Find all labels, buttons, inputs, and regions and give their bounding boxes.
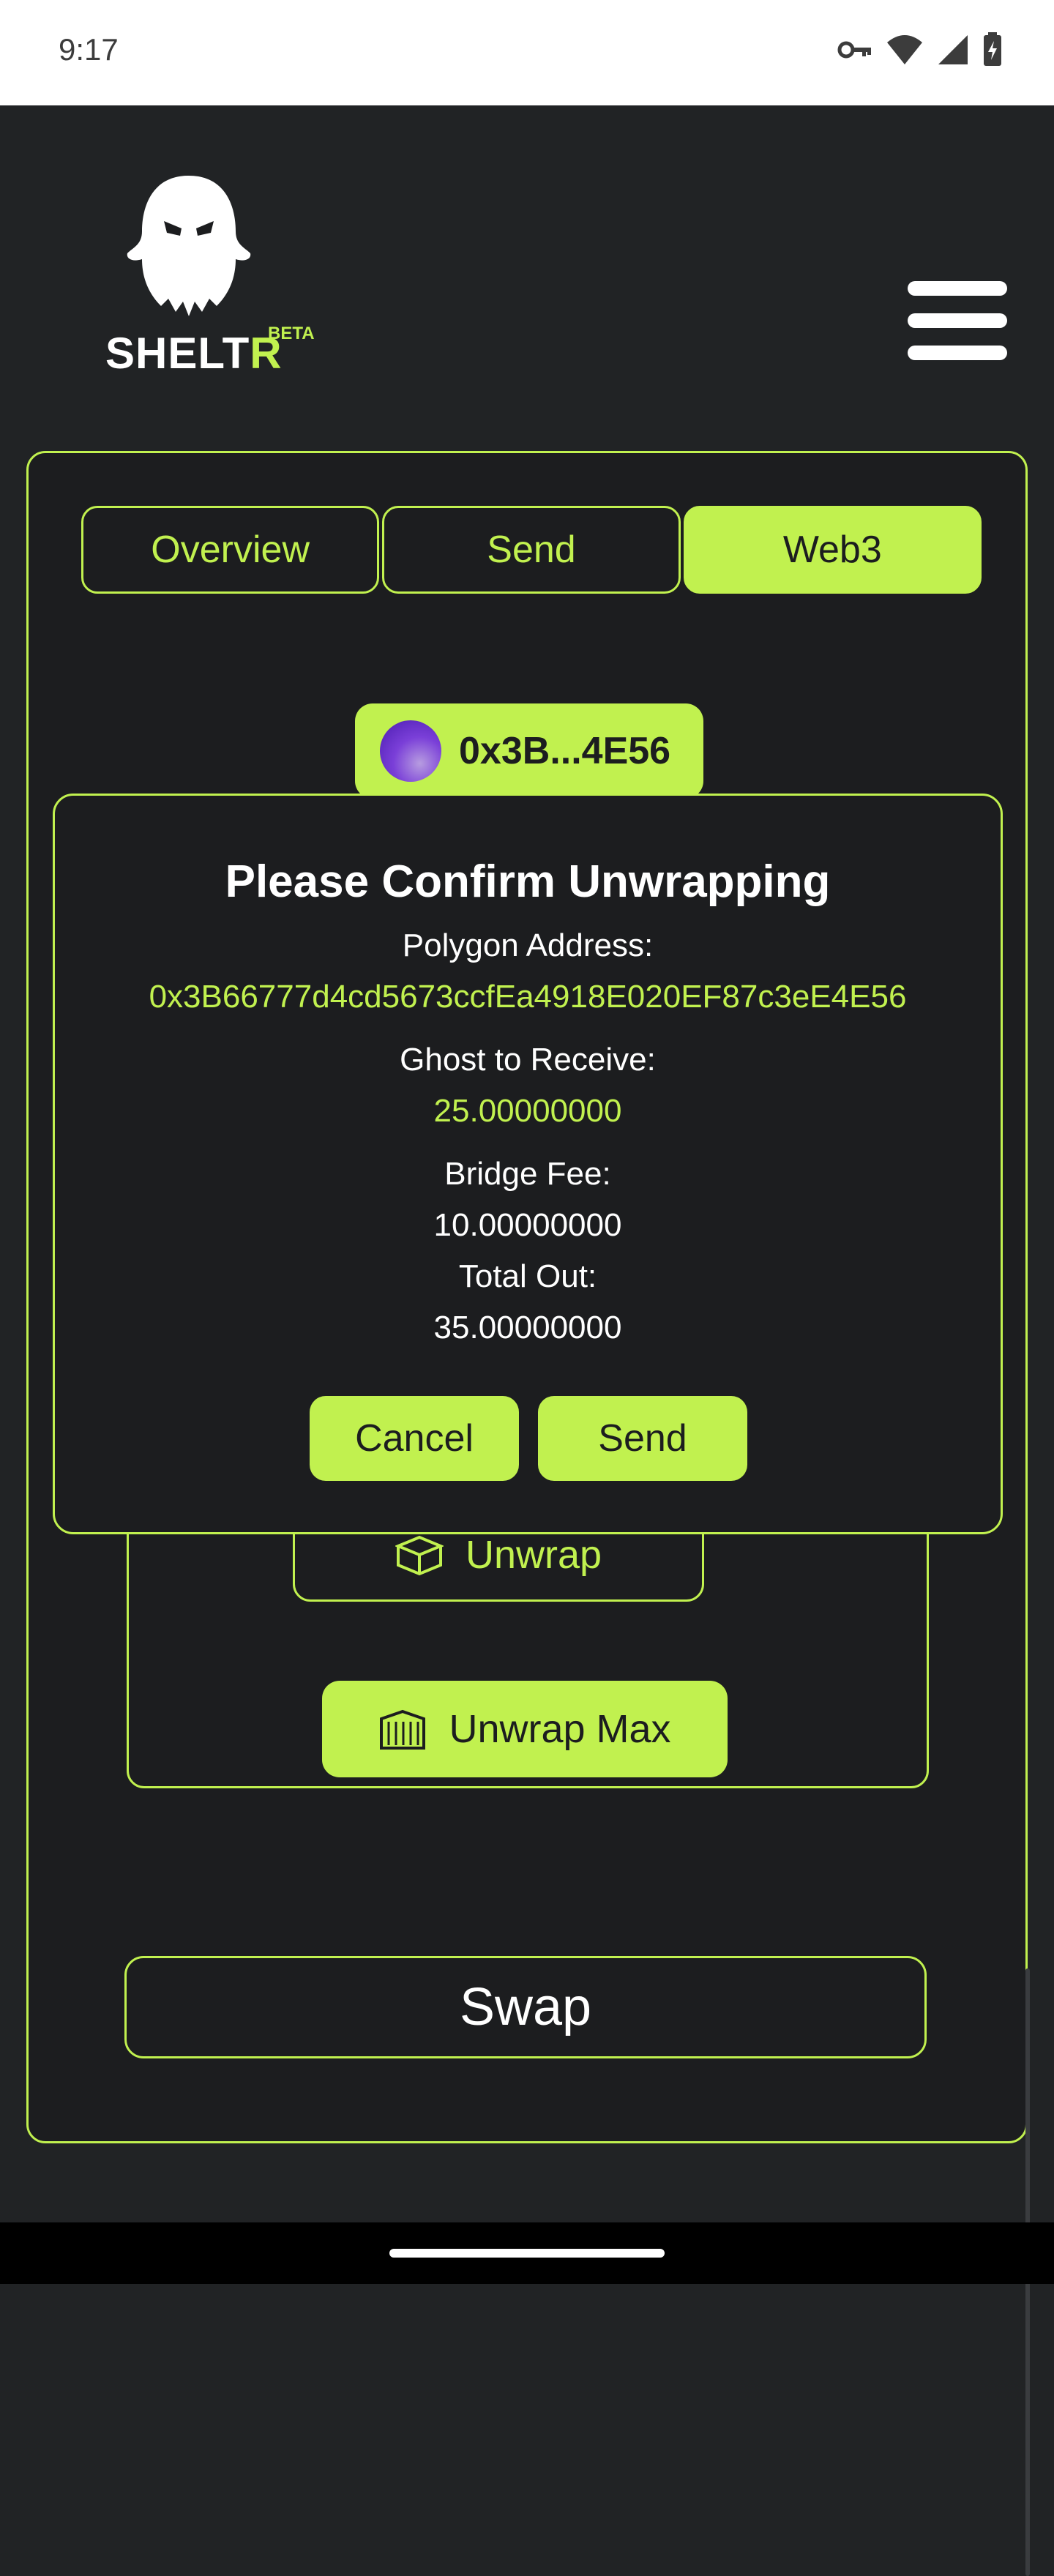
app-header: SHELTR BETA [0,105,1054,428]
key-icon [837,39,872,61]
box-icon [395,1535,444,1576]
signal-icon [937,34,969,66]
hamburger-menu-icon[interactable] [908,277,1007,365]
swap-button[interactable]: Swap [124,1956,927,2058]
status-icons [837,32,1003,67]
address-value: 0x3B66777d4cd5673ccfEa4918E020EF87c3eE4E… [149,979,907,1015]
receive-value: 25.00000000 [433,1093,622,1129]
beta-badge: BETA [268,324,315,343]
dialog-title: Please Confirm Unwrapping [225,856,831,907]
status-time: 9:17 [59,32,119,67]
total-label: Total Out: [458,1258,597,1294]
total-value: 35.00000000 [433,1310,622,1345]
unwrap-max-label: Unwrap Max [449,1707,671,1751]
tab-bar: Overview Send Web3 [81,506,982,597]
fee-value: 10.00000000 [433,1207,622,1243]
wallet-address-button[interactable]: 0x3B...4E56 [355,703,703,799]
logo-wordmark: SHELTR [105,329,283,378]
sheltr-logo[interactable]: SHELTR BETA [102,173,337,392]
cancel-button[interactable]: Cancel [310,1396,519,1481]
wallet-short-address: 0x3B...4E56 [459,730,671,772]
tab-send[interactable]: Send [382,506,681,594]
tab-web3[interactable]: Web3 [683,506,982,594]
system-nav-bar [0,2222,1054,2284]
ghost-logo-icon [127,176,251,316]
tab-overview[interactable]: Overview [81,506,380,594]
status-bar: 9:17 [0,0,1054,105]
fee-label: Bridge Fee: [444,1156,611,1192]
confirm-unwrap-dialog: Please Confirm Unwrapping Polygon Addres… [53,794,1003,1534]
receive-label: Ghost to Receive: [400,1042,656,1078]
container-icon [380,1709,426,1750]
wifi-icon [886,34,924,66]
dialog-actions: Cancel Send [310,1396,747,1481]
home-indicator[interactable] [389,2249,665,2258]
unwrap-label: Unwrap [465,1533,602,1577]
battery-charging-icon [982,32,1003,67]
wallet-avatar [380,720,441,782]
unwrap-max-button[interactable]: Unwrap Max [322,1681,728,1777]
send-button[interactable]: Send [538,1396,747,1481]
address-label: Polygon Address: [402,927,654,963]
